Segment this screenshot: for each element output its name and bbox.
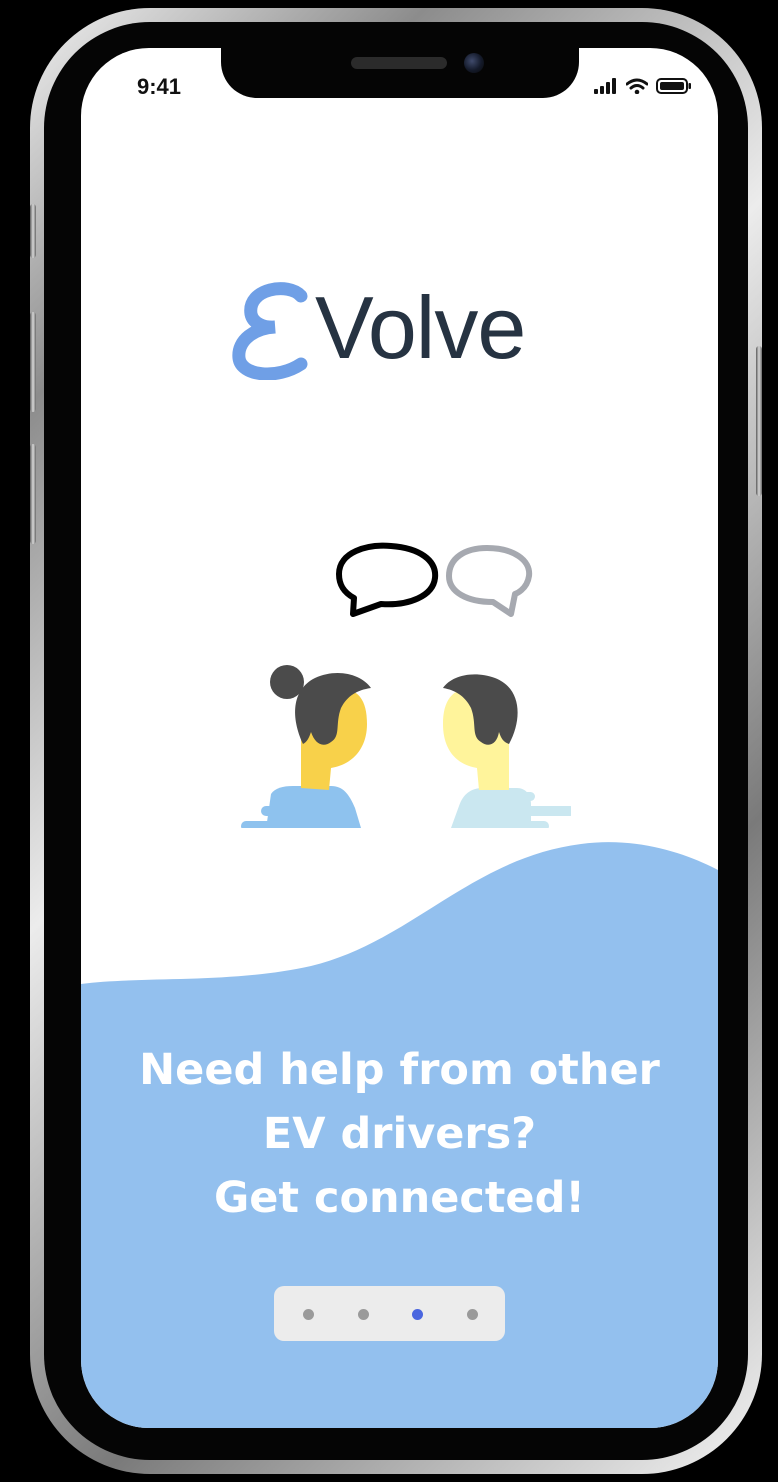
status-icons: [594, 78, 692, 98]
page-dot-3-active[interactable]: [412, 1309, 423, 1320]
volume-up-button: [30, 312, 36, 412]
onboarding-headline: Need help from other EV drivers? Get con…: [81, 1038, 718, 1230]
headline-line-1: Need help from other: [139, 1045, 660, 1095]
page-dot-1[interactable]: [303, 1309, 314, 1320]
status-time: 9:41: [137, 74, 182, 99]
left-person-icon: [241, 665, 371, 828]
speaker-grille: [351, 57, 447, 69]
speech-bubble-right-icon: [446, 545, 533, 617]
headline-line-2: EV drivers?: [262, 1109, 537, 1159]
front-camera-icon: [464, 53, 484, 73]
power-button: [756, 346, 762, 496]
chatting-people-illustration: [241, 542, 571, 828]
signal-icon: [594, 78, 618, 98]
logo-wordmark: Volve: [315, 278, 526, 377]
wifi-icon: [625, 78, 649, 98]
page-dot-2[interactable]: [358, 1309, 369, 1320]
page-indicator: [274, 1286, 505, 1341]
volume-down-button: [30, 444, 36, 544]
app-screen: 9:41 Volve Need help from other EV drive…: [81, 48, 718, 1428]
logo-mark-icon: [232, 282, 308, 380]
headline-line-3: Get connected!: [213, 1173, 585, 1223]
silent-switch: [30, 204, 36, 258]
right-person-icon: [443, 674, 571, 828]
page-dot-4[interactable]: [467, 1309, 478, 1320]
notch: [221, 48, 579, 98]
phone-mockup: 9:41 Volve Need help from other EV drive…: [0, 0, 778, 1482]
speech-bubble-left-icon: [336, 542, 439, 617]
battery-icon: [656, 78, 692, 98]
evolve-logo: Volve: [231, 280, 571, 390]
